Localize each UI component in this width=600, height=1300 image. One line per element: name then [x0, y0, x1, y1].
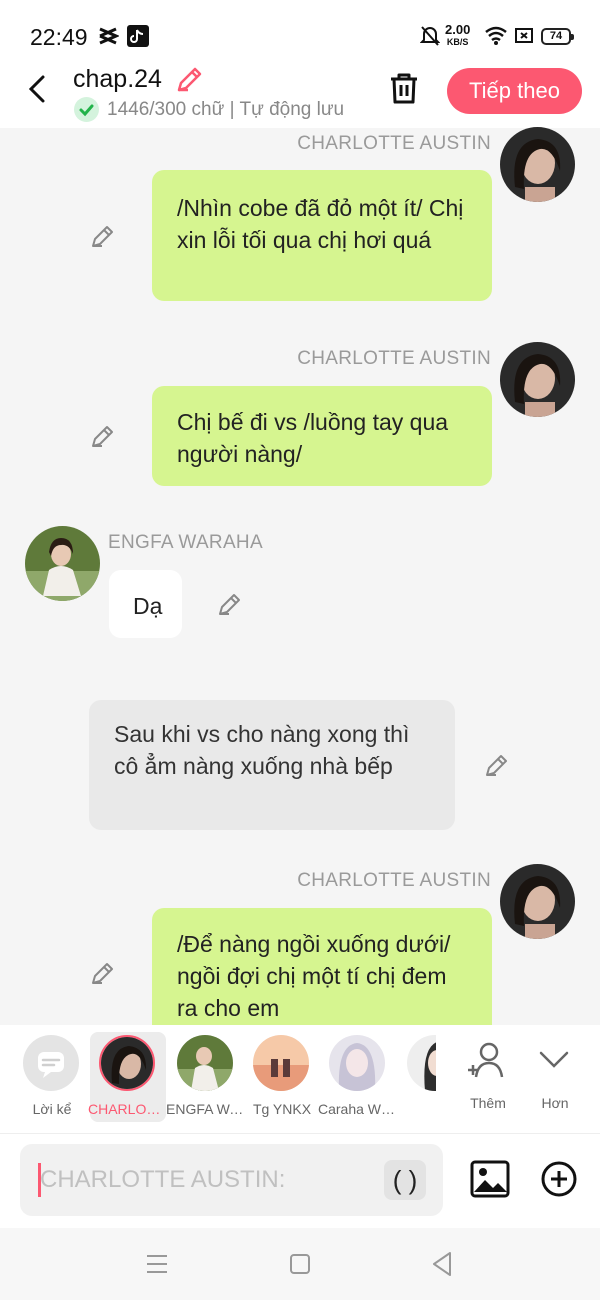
image-icon	[470, 1160, 510, 1198]
expand-characters-button[interactable]: Hơn	[515, 1025, 593, 1133]
message-bubble[interactable]: Chị bế đi vs /luồng tay qua người nàng/	[152, 386, 492, 486]
plus-circle-icon	[541, 1161, 577, 1197]
check-icon	[74, 97, 99, 122]
character-charlotte[interactable]: CHARLOTTE AUSTIN	[88, 1032, 168, 1122]
mute-bell-icon	[419, 25, 441, 52]
pencil-icon	[486, 755, 507, 776]
narration-bubble[interactable]: Sau khi vs cho nàng xong thì cô ẳm nàng …	[89, 700, 455, 830]
avatar	[253, 1035, 309, 1091]
pencil-icon	[177, 67, 202, 92]
character-engfa[interactable]: ENGFA WARAHA	[166, 1025, 246, 1133]
character-label: ENGFA WARAHA	[166, 1101, 246, 1117]
avatar	[329, 1035, 385, 1091]
menu-icon	[147, 1255, 167, 1273]
triangle-back-icon	[433, 1252, 451, 1276]
expand-label: Hơn	[541, 1095, 569, 1111]
character-narrator[interactable]: Lời kể	[12, 1025, 90, 1133]
pencil-icon	[92, 963, 113, 984]
menu-nav-button[interactable]	[145, 1252, 169, 1281]
message-bubble[interactable]: /Nhìn cobe đã đỏ một ít/ Chị xin lỗi tối…	[152, 170, 492, 301]
chevron-left-icon	[28, 75, 45, 103]
chevron-down-icon	[539, 1051, 569, 1068]
next-button[interactable]: Tiếp theo	[447, 68, 582, 114]
edit-title-button[interactable]	[174, 65, 204, 100]
add-button[interactable]	[540, 1160, 578, 1203]
character-tg-ynkx[interactable]: Tg YNKX	[242, 1025, 320, 1133]
parentheses-button[interactable]: ( )	[384, 1160, 426, 1200]
speaker-name: CHARLOTTE AUSTIN	[297, 870, 491, 891]
word-count-status: 1446/300 chữ | Tự động lưu	[107, 99, 345, 120]
speaker-name: CHARLOTTE AUSTIN	[297, 348, 491, 369]
speaker-name: ENGFA WARAHA	[108, 532, 263, 553]
character-label: Lời kể	[32, 1101, 72, 1117]
avatar[interactable]	[25, 526, 100, 601]
back-nav-button[interactable]	[430, 1250, 454, 1283]
edit-message-button[interactable]	[90, 423, 116, 454]
delete-button[interactable]	[386, 70, 422, 111]
character-caraha[interactable]: Caraha Wi...Luna	[318, 1025, 398, 1133]
character-label: Caraha Wi...Luna	[318, 1101, 398, 1117]
avatar	[407, 1035, 436, 1091]
add-person-icon	[468, 1042, 504, 1078]
pencil-icon	[92, 226, 113, 247]
back-button[interactable]	[22, 72, 56, 106]
avatar[interactable]	[500, 342, 575, 417]
edit-message-button[interactable]	[217, 591, 243, 622]
speaker-name: CHARLOTTE AUSTIN	[297, 133, 491, 154]
wifi-icon	[484, 25, 508, 50]
tiktok-icon	[127, 25, 149, 52]
status-time: 22:49	[30, 24, 88, 50]
system-nav-bar	[0, 1228, 600, 1300]
network-speed: 2.00 KB/S	[445, 22, 471, 47]
screen-record-icon	[514, 25, 534, 50]
narrator-icon	[23, 1035, 79, 1091]
trash-icon	[391, 73, 417, 104]
message-composer: ( )	[20, 1144, 443, 1216]
avatar	[99, 1035, 155, 1091]
pencil-icon	[92, 426, 113, 447]
message-input[interactable]	[40, 1160, 380, 1200]
edit-message-button[interactable]	[90, 960, 116, 991]
character-label: CHARLOTTE AUSTIN	[88, 1101, 168, 1117]
edit-message-button[interactable]	[90, 223, 116, 254]
message-bubble[interactable]: /Để nàng ngồi xuống dưới/ ngồi đợi chị m…	[152, 908, 492, 1025]
status-bar: 22:49 2.00 KB/S 74	[0, 0, 600, 70]
insert-image-button[interactable]	[470, 1160, 510, 1203]
character-label: Tg YNKX	[252, 1101, 312, 1117]
chapter-title[interactable]: chap.24	[73, 65, 162, 94]
avatar	[177, 1035, 233, 1091]
character-selector: Lời kể CHARLOTTE AUSTIN ENGFA WARAHA Tg …	[0, 1025, 600, 1133]
message-bubble[interactable]: Dạ	[109, 570, 182, 638]
composer-bar: ( )	[0, 1133, 600, 1228]
battery-indicator: 74	[541, 28, 574, 45]
home-nav-button[interactable]	[288, 1252, 312, 1281]
capcut-icon	[97, 25, 120, 52]
avatar[interactable]	[500, 127, 575, 202]
avatar[interactable]	[500, 864, 575, 939]
character-luna[interactable]	[396, 1025, 436, 1133]
square-icon	[290, 1254, 310, 1274]
pencil-icon	[219, 594, 240, 615]
editor-header: chap.24 1446/300 chữ | Tự động lưu Tiếp …	[0, 62, 600, 128]
edit-message-button[interactable]	[484, 752, 510, 783]
